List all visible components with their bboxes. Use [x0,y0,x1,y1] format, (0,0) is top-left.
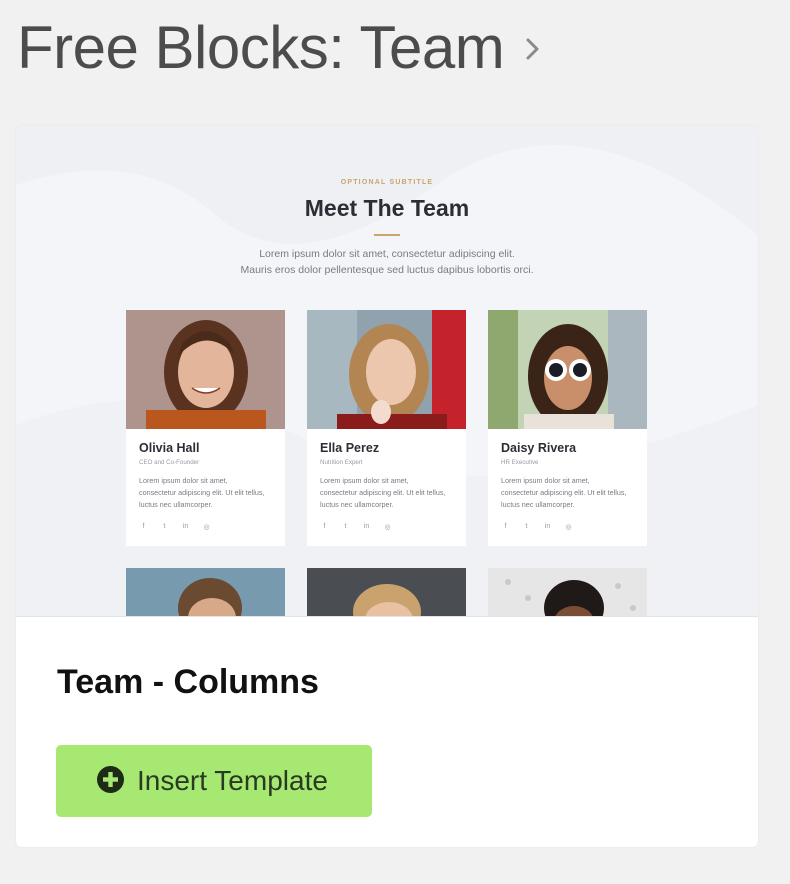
social-links: f t in ◎ [501,523,573,531]
member-role: Nutrition Expert [320,459,363,466]
member-name: Daisy Rivera [501,441,577,455]
team-member-card [126,568,285,616]
linkedin-icon[interactable]: in [543,523,552,531]
template-card: OPTIONAL SUBTITLE Meet The Team Lorem ip… [16,125,758,847]
template-name: Team - Columns [57,663,319,701]
member-name: Ella Perez [320,441,380,455]
member-bio: Lorem ipsum dolor sit amet, consectetur … [139,476,265,510]
instagram-icon[interactable]: ◎ [202,523,211,531]
intro-line: Lorem ipsum dolor sit amet, consectetur … [259,248,515,260]
intro-line: Mauris eros dolor pellentesque sed luctu… [240,263,534,276]
twitter-icon[interactable]: t [522,523,531,531]
member-bio: Lorem ipsum dolor sit amet, consectetur … [501,476,627,510]
facebook-icon[interactable]: f [139,523,148,531]
team-member-card [488,568,647,616]
member-photo [488,568,647,616]
linkedin-icon[interactable]: in [181,523,190,531]
facebook-icon[interactable]: f [501,523,510,531]
member-photo [307,310,466,429]
template-preview[interactable]: OPTIONAL SUBTITLE Meet The Team Lorem ip… [16,125,758,617]
preview-subtitle: OPTIONAL SUBTITLE [340,179,434,186]
plus-circle-icon [97,766,124,796]
team-member-card: Daisy Rivera HR Executive Lorem ipsum do… [488,310,647,546]
chevron-right-icon[interactable] [526,37,540,66]
preview-title: Meet The Team [304,195,470,221]
team-member-card [307,568,466,616]
insert-template-label: Insert Template [137,765,328,796]
team-member-card: Olivia Hall CEO and Co-Founder Lorem ips… [126,310,285,546]
twitter-icon[interactable]: t [341,523,350,531]
team-member-card: Ella Perez Nutrition Expert Lorem ipsum … [307,310,466,546]
page-header: Free Blocks: Team [17,14,540,82]
member-photo [488,310,647,429]
social-links: f t in ◎ [320,523,392,531]
preview-intro: Lorem ipsum dolor sit amet, consectetur … [16,247,758,278]
page-title: Free Blocks: Team [17,14,505,81]
facebook-icon[interactable]: f [320,523,329,531]
member-photo [307,568,466,616]
member-photo [126,310,285,429]
member-role: CEO and Co-Founder [139,459,200,466]
social-links: f t in ◎ [139,523,211,531]
insert-template-button[interactable]: Insert Template [56,745,372,817]
instagram-icon[interactable]: ◎ [564,523,573,531]
linkedin-icon[interactable]: in [362,523,371,531]
instagram-icon[interactable]: ◎ [383,523,392,531]
member-role: HR Executive [501,459,539,466]
member-name: Olivia Hall [139,441,200,455]
member-photo [126,568,285,616]
title-divider [374,234,400,236]
member-bio: Lorem ipsum dolor sit amet, consectetur … [320,476,446,510]
twitter-icon[interactable]: t [160,523,169,531]
